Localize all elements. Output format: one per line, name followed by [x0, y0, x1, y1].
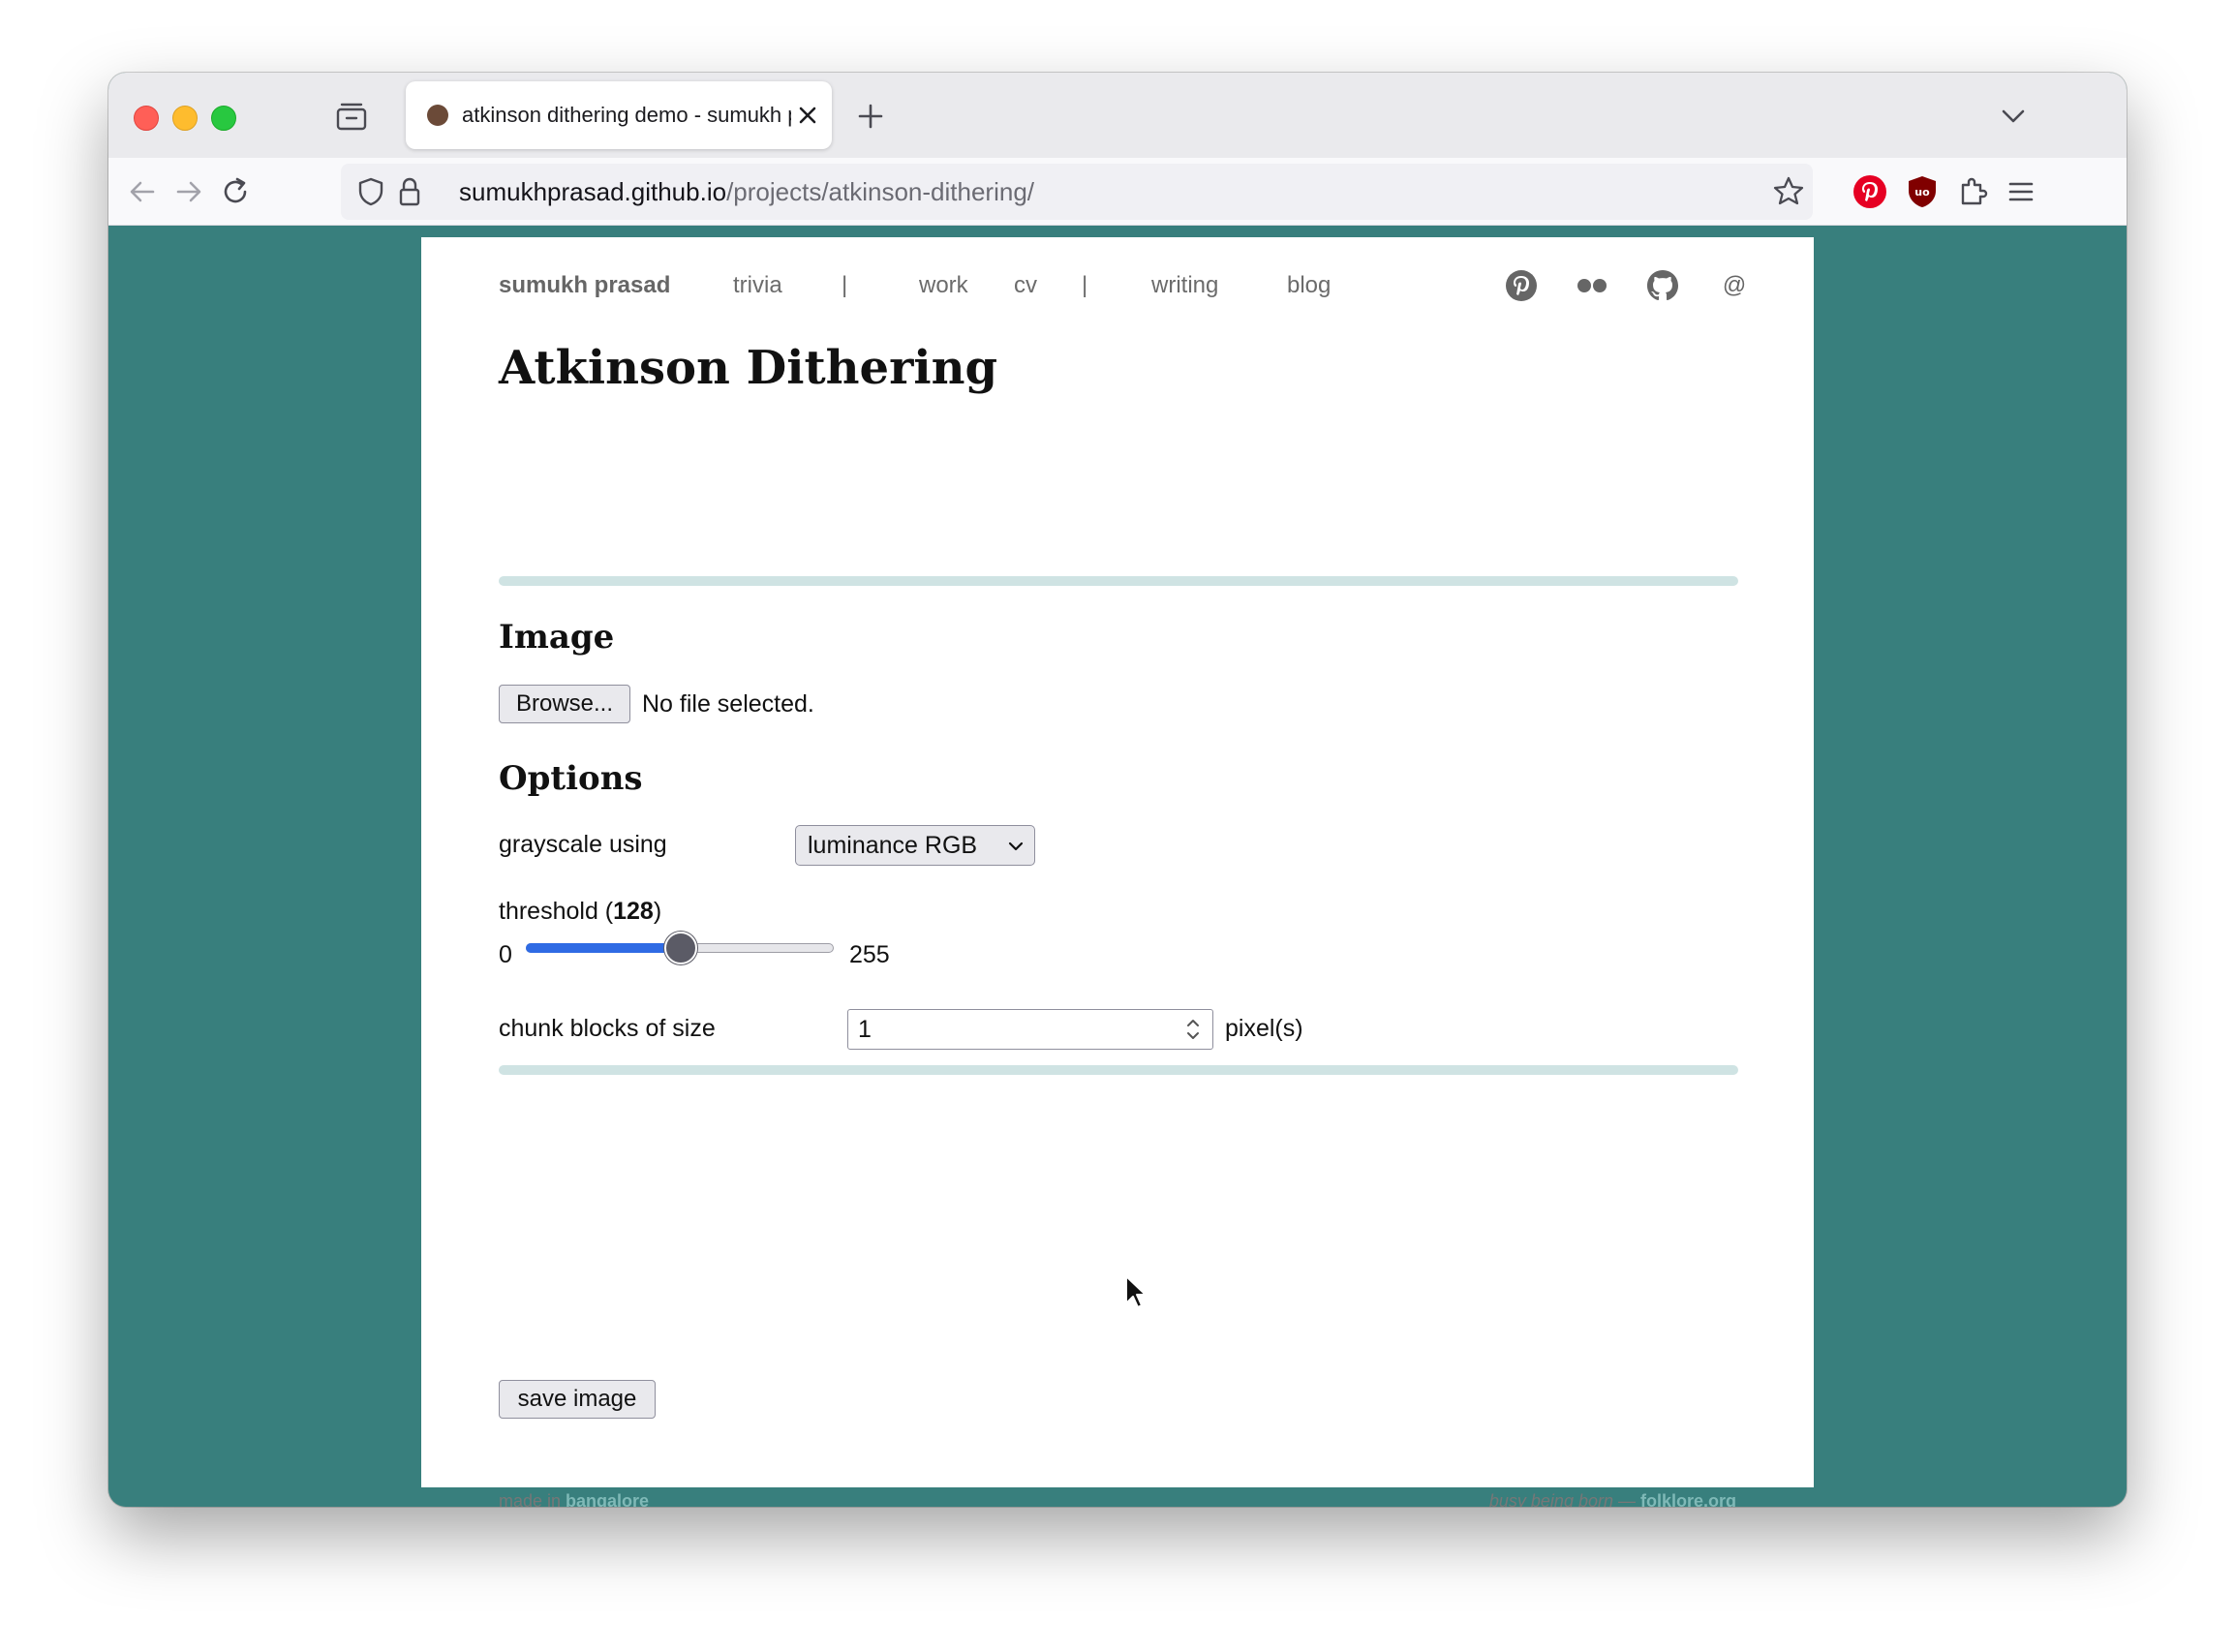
- image-heading: Image: [499, 618, 615, 657]
- url-text[interactable]: sumukhprasad.github.io/projects/atkinson…: [459, 177, 1034, 206]
- file-status: No file selected.: [642, 690, 814, 718]
- back-arrow-icon[interactable]: [124, 173, 161, 210]
- slider-thumb[interactable]: [663, 932, 697, 964]
- tab-strip: atkinson dithering demo - sumukh prasad: [108, 73, 2127, 158]
- svg-text:uo: uo: [1914, 186, 1930, 199]
- grayscale-label: grayscale using: [499, 831, 667, 858]
- nav-separator: |: [842, 272, 848, 298]
- browse-button[interactable]: Browse...: [499, 685, 630, 723]
- url-bar[interactable]: sumukhprasad.github.io/projects/atkinson…: [341, 164, 1813, 220]
- close-window-button[interactable]: [134, 106, 159, 131]
- footer-left: made in bangalore: [499, 1491, 649, 1507]
- reload-icon[interactable]: [217, 173, 254, 210]
- page-content: sumukh prasad trivia | work cv | writing…: [421, 237, 1814, 1507]
- grayscale-select-value: luminance RGB: [808, 832, 978, 859]
- url-host: sumukhprasad.github.io: [459, 177, 727, 206]
- page-title: Atkinson Dithering: [499, 341, 998, 395]
- close-tab-icon[interactable]: [793, 101, 822, 130]
- divider: [499, 1065, 1738, 1075]
- threshold-max-label: 255: [849, 941, 890, 968]
- flickr-icon[interactable]: [1573, 266, 1611, 305]
- github-icon[interactable]: [1643, 266, 1682, 305]
- pinterest-icon[interactable]: [1502, 266, 1541, 305]
- tab-active[interactable]: atkinson dithering demo - sumukh prasad: [406, 81, 832, 149]
- at-icon[interactable]: @: [1715, 266, 1754, 305]
- navigation-toolbar: sumukhprasad.github.io/projects/atkinson…: [108, 158, 2127, 226]
- threshold-value: 128: [613, 898, 654, 925]
- threshold-label-suffix: ): [653, 898, 662, 925]
- footer-link-bangalore[interactable]: bangalore: [566, 1491, 649, 1507]
- chunk-size-input[interactable]: 1: [847, 1009, 1213, 1050]
- nav-link-trivia[interactable]: trivia: [733, 266, 782, 305]
- nav-separator: |: [1082, 272, 1088, 298]
- save-image-button[interactable]: save image: [499, 1380, 656, 1419]
- nav-link-writing[interactable]: writing: [1151, 266, 1218, 305]
- chunk-size-value: 1: [858, 1016, 872, 1043]
- nav-link-blog[interactable]: blog: [1287, 266, 1331, 305]
- chunk-unit-label: pixel(s): [1225, 1015, 1303, 1042]
- footer-right-text: busy being born —: [1488, 1491, 1640, 1507]
- site-brand-link[interactable]: sumukh prasad: [499, 266, 670, 305]
- footer-left-text: made in: [499, 1491, 566, 1507]
- threshold-label: threshold (128): [499, 895, 661, 928]
- number-spinner-icon[interactable]: [1183, 1014, 1203, 1045]
- slider-fill: [526, 943, 681, 953]
- chunk-label: chunk blocks of size: [499, 1015, 716, 1042]
- hamburger-menu-icon[interactable]: [2003, 173, 2039, 210]
- threshold-min-label: 0: [499, 941, 512, 968]
- tracking-shield-icon[interactable]: [352, 173, 389, 210]
- browser-window: atkinson dithering demo - sumukh prasad: [108, 73, 2127, 1507]
- threshold-label-prefix: threshold (: [499, 898, 614, 925]
- lock-icon[interactable]: [391, 173, 428, 210]
- url-path: /projects/atkinson-dithering/: [726, 177, 1035, 206]
- chevron-down-icon: [1007, 838, 1025, 855]
- firefox-view-icon[interactable]: [335, 102, 368, 133]
- nav-link-work[interactable]: work: [919, 266, 968, 305]
- footer-right: busy being born — folklore.org: [1489, 1491, 1736, 1507]
- mouse-cursor-icon: [1124, 1274, 1148, 1311]
- ublock-origin-icon[interactable]: uo: [1904, 173, 1941, 210]
- favicon-icon: [427, 105, 448, 126]
- pinterest-extension-icon[interactable]: [1852, 173, 1888, 210]
- chevron-down-icon[interactable]: [1997, 100, 2030, 133]
- options-heading: Options: [499, 759, 643, 798]
- tab-title: atkinson dithering demo - sumukh prasad: [462, 103, 791, 127]
- divider: [499, 576, 1738, 586]
- zoom-window-button[interactable]: [211, 106, 236, 131]
- bookmark-star-icon[interactable]: [1770, 173, 1807, 210]
- nav-link-cv[interactable]: cv: [1014, 266, 1037, 305]
- footer-link-folklore[interactable]: folklore.org: [1640, 1491, 1736, 1507]
- minimize-window-button[interactable]: [172, 106, 198, 131]
- forward-arrow-icon[interactable]: [170, 173, 207, 210]
- grayscale-select[interactable]: luminance RGB: [795, 825, 1035, 866]
- extensions-puzzle-icon[interactable]: [1954, 173, 1991, 210]
- new-tab-icon[interactable]: [854, 100, 887, 133]
